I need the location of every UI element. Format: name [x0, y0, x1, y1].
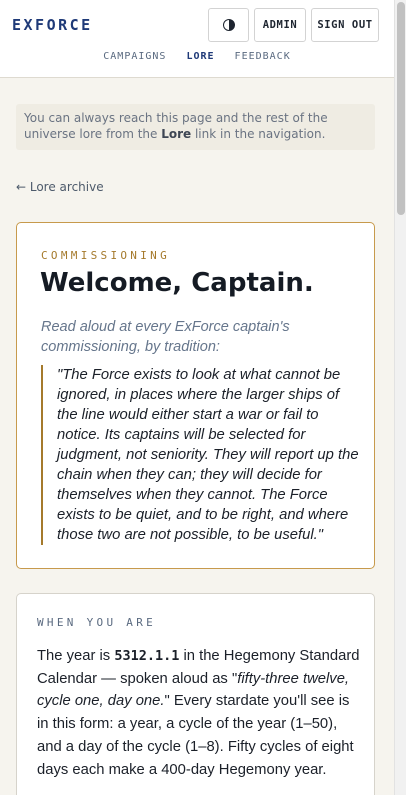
app-logo[interactable]: EXFORCE	[12, 16, 93, 34]
lore-archive-link[interactable]: ← Lore archive	[16, 180, 104, 194]
contrast-icon	[222, 19, 235, 31]
year-is-text: The year is	[37, 648, 115, 664]
commissioning-card: COMMISSIONING Welcome, Captain. Read alo…	[16, 222, 375, 569]
commissioning-quote: "The Force exists to look at what cannot…	[41, 365, 361, 545]
nav-feedback[interactable]: FEEDBACK	[235, 51, 291, 62]
stardate-value: 5312.1.1	[114, 648, 180, 664]
commissioning-eyebrow: COMMISSIONING	[41, 249, 170, 262]
sign-out-button[interactable]: SIGN OUT	[311, 8, 379, 42]
nav-campaigns[interactable]: CAMPAIGNS	[103, 51, 166, 62]
notice-text-end: link in the navigation.	[191, 127, 326, 141]
admin-button[interactable]: ADMIN	[254, 8, 306, 42]
page-scrollbar[interactable]	[394, 0, 406, 795]
welcome-title: Welcome, Captain.	[40, 268, 314, 298]
stardate-explanation: The year is 5312.1.1 in the Hegemony Sta…	[37, 645, 362, 781]
top-header: EXFORCE ADMIN SIGN OUT CAMPAIGNS LORE FE…	[0, 0, 394, 78]
lore-notice: You can always reach this page and the r…	[16, 104, 375, 150]
commissioning-lead: Read aloud at every ExForce captain's co…	[41, 319, 290, 355]
notice-lore-word: Lore	[161, 127, 192, 141]
main-nav: CAMPAIGNS LORE FEEDBACK	[0, 51, 394, 62]
when-you-are-card: WHEN YOU ARE The year is 5312.1.1 in the…	[16, 593, 375, 795]
when-you-are-eyebrow: WHEN YOU ARE	[37, 616, 157, 629]
nav-lore[interactable]: LORE	[186, 51, 214, 62]
theme-toggle-button[interactable]	[208, 8, 249, 42]
scrollbar-thumb[interactable]	[397, 2, 405, 215]
